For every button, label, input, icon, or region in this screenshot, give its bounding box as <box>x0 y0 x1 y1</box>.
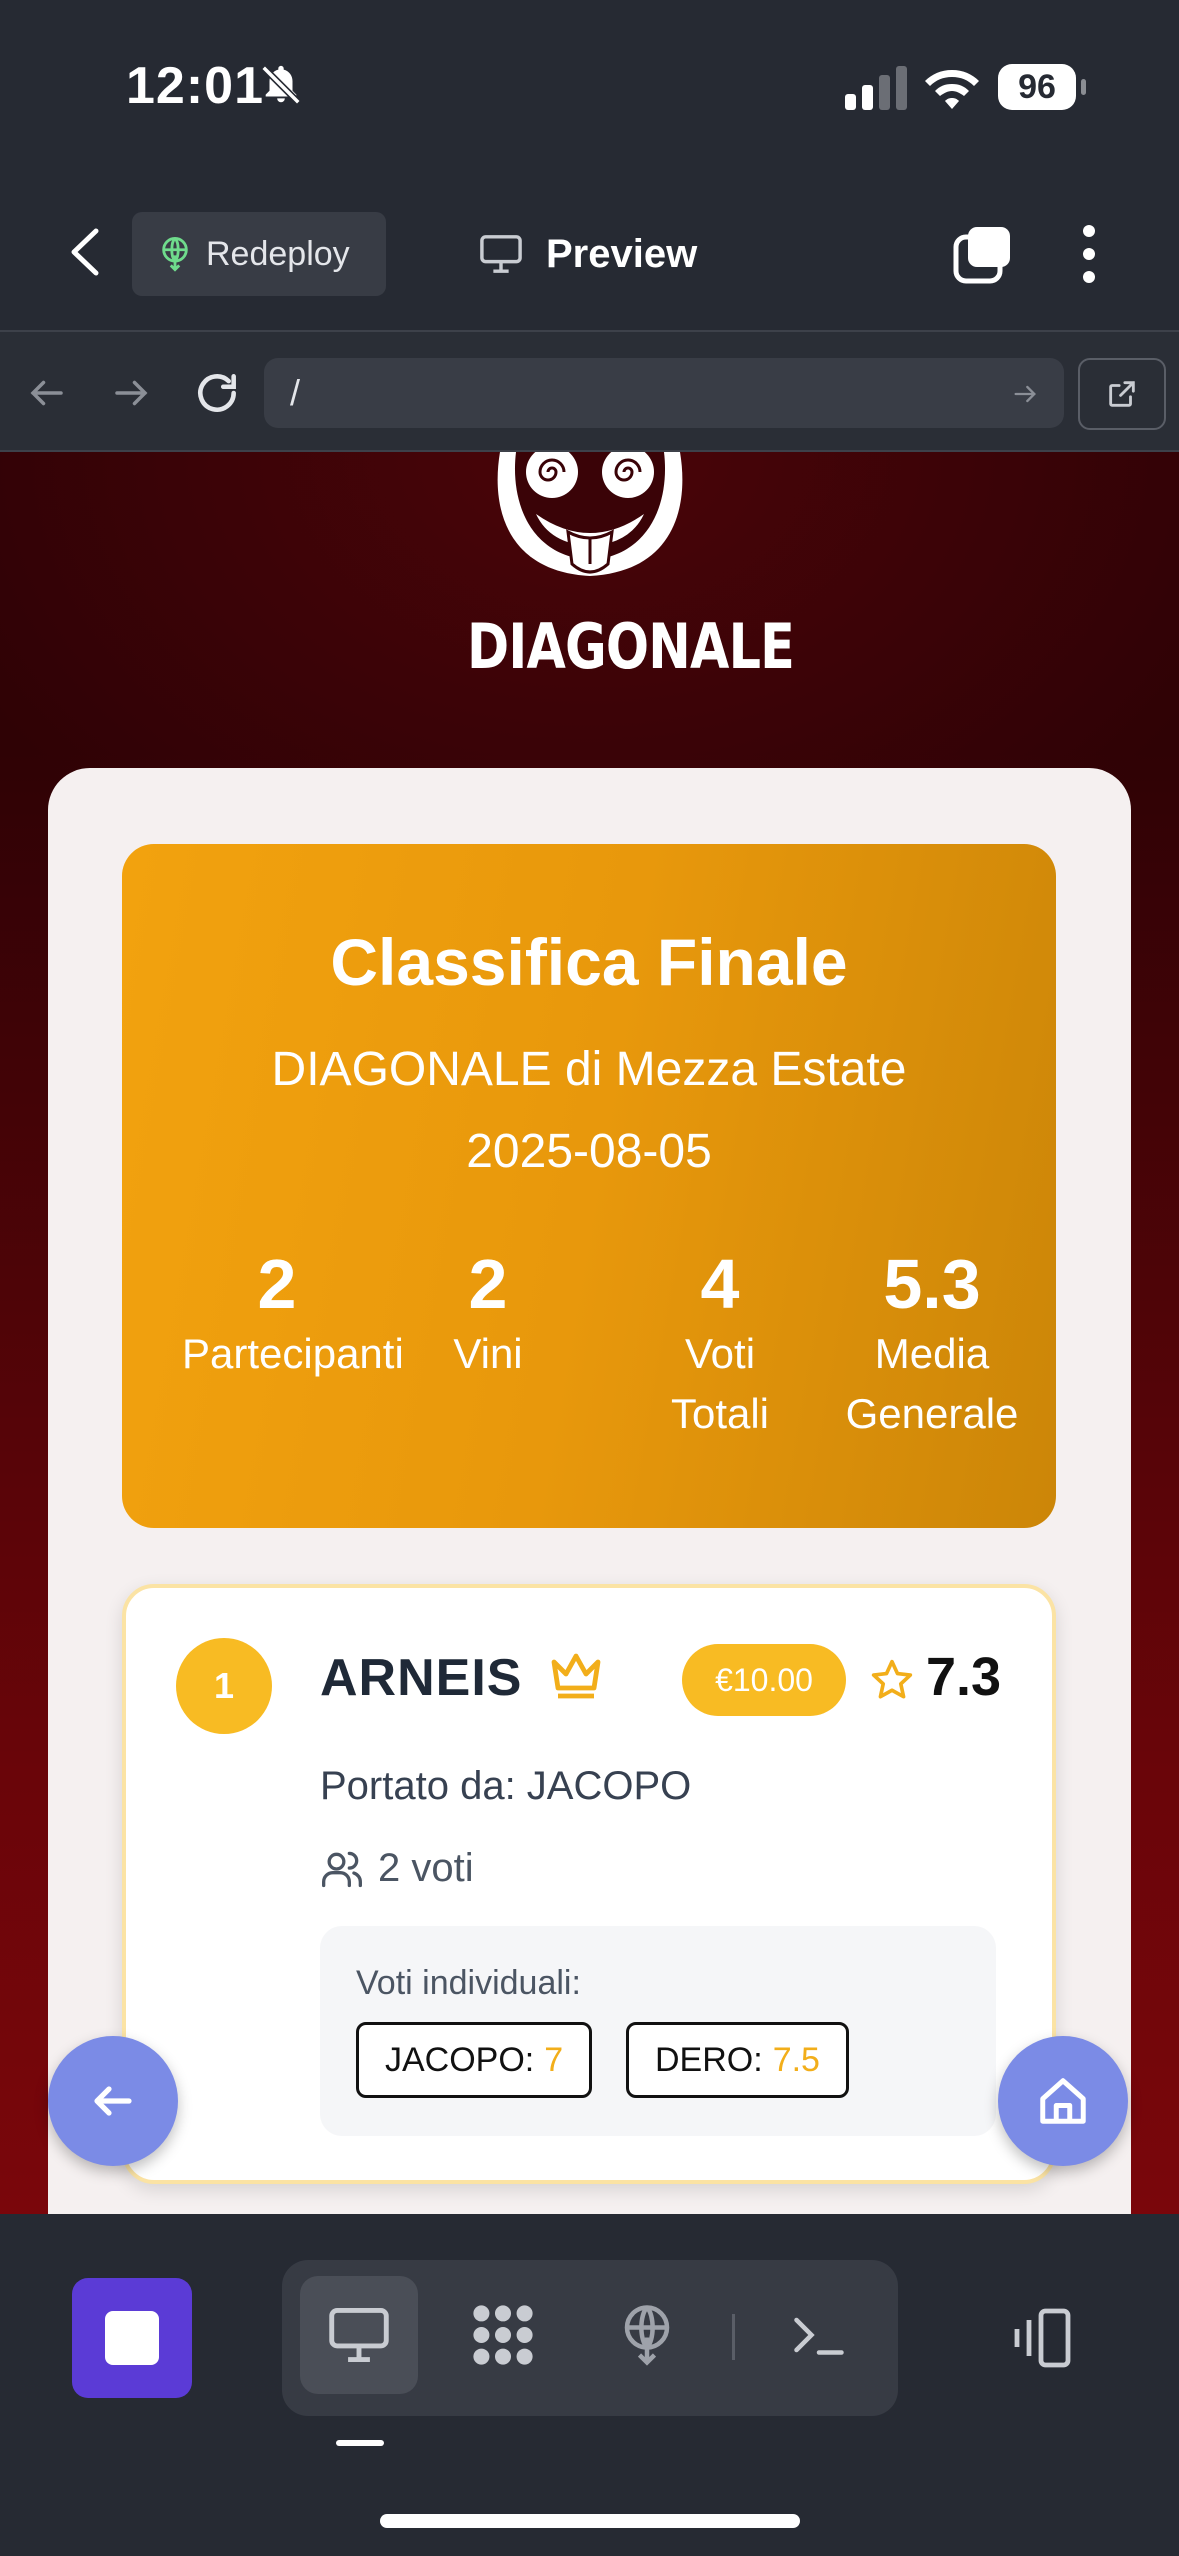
individual-votes: Voti individuali: JACOPO: 7 DERO: 7.5 <box>320 1926 996 2136</box>
stat-label-line2: Generale <box>845 1390 1019 1437</box>
individual-votes-label: Voti individuali: <box>356 1964 581 2002</box>
vote-value: 7 <box>544 2040 564 2079</box>
voter-name: DERO: <box>655 2040 763 2079</box>
stat-value: 4 <box>700 1245 740 1323</box>
view-switcher <box>282 2260 898 2416</box>
deploy-globe-icon <box>162 237 188 272</box>
home-fab-button[interactable] <box>998 2036 1128 2166</box>
stat-value: 2 <box>257 1245 297 1323</box>
active-tab-indicator <box>336 2440 384 2446</box>
preview-tab[interactable]: Preview <box>478 219 697 289</box>
vote-chip: DERO: 7.5 <box>626 2022 849 2098</box>
back-chevron-icon[interactable] <box>62 225 108 279</box>
price-badge: €10.00 <box>682 1644 846 1716</box>
stop-icon <box>105 2311 159 2365</box>
users-icon <box>322 1851 362 1887</box>
stat-wines: 2 Vini <box>438 1246 538 1384</box>
stat-label: Voti <box>684 1330 756 1377</box>
preview-label: Preview <box>546 231 698 276</box>
device-layout-icon[interactable] <box>1008 2302 1080 2374</box>
ranking-entry[interactable]: 1 ARNEIS €10.00 7.3 Portato da: JACOPO 2… <box>122 1584 1056 2184</box>
stat-value: 5.3 <box>883 1245 981 1323</box>
event-name: DIAGONALE di Mezza Estate <box>271 1043 907 1096</box>
rank-badge: 1 <box>176 1638 272 1734</box>
wine-name: ARNEIS <box>320 1649 523 1707</box>
stop-button[interactable] <box>72 2278 192 2398</box>
results-card: Classifica Finale DIAGONALE di Mezza Est… <box>48 768 1131 2214</box>
votes-count-label: 2 voti <box>378 1846 474 1890</box>
app-header: Redeploy Preview <box>0 175 1179 330</box>
monitor-icon <box>329 2308 389 2362</box>
web-preview: DIAGONALE Classifica Finale DIAGONALE di… <box>0 452 1179 2214</box>
hero-title: Classifica Finale <box>330 925 848 999</box>
redeploy-button[interactable]: Redeploy <box>132 212 386 296</box>
deploy-globe-icon <box>624 2305 670 2366</box>
browser-url-bar: / <box>0 330 1179 452</box>
votes-count: 2 voti <box>320 1846 474 1891</box>
go-arrow-icon[interactable] <box>1010 380 1040 408</box>
more-options-icon[interactable] <box>1074 223 1104 285</box>
star-icon <box>871 1659 913 1699</box>
redeploy-label: Redeploy <box>206 234 350 273</box>
home-icon <box>1040 2078 1086 2124</box>
divider <box>732 2314 735 2360</box>
logo-face-icon <box>497 452 683 576</box>
crown-icon <box>551 1653 601 1699</box>
tabs-icon[interactable] <box>952 225 1012 285</box>
vote-chip: JACOPO: 7 <box>356 2022 593 2098</box>
preview-view-tab[interactable] <box>300 2276 418 2394</box>
stat-participants: 2 Partecipanti <box>182 1245 404 1384</box>
agents-view-tab[interactable] <box>444 2276 562 2394</box>
arrow-left-icon <box>94 2086 132 2116</box>
stat-overall-average: 5.3 Media Generale <box>822 1246 1042 1444</box>
event-date: 2025-08-05 <box>466 1125 712 1178</box>
back-fab-button[interactable] <box>48 2036 178 2166</box>
home-indicator <box>380 2514 800 2528</box>
stat-label-line2: Totali <box>670 1390 770 1437</box>
terminal-icon <box>794 2317 844 2355</box>
monitor-icon <box>480 235 522 273</box>
nodes-icon <box>473 2305 533 2365</box>
url-text: / <box>290 372 301 413</box>
diagonale-logo: DIAGONALE <box>440 452 795 683</box>
bottom-toolbar <box>0 2214 1179 2556</box>
vote-value: 7.5 <box>772 2040 820 2079</box>
url-input[interactable]: / <box>264 358 1064 428</box>
arrow-left-icon[interactable] <box>26 372 68 414</box>
logo-wordmark: DIAGONALE <box>467 610 795 683</box>
open-external-button[interactable] <box>1078 358 1166 430</box>
stat-label: Vini <box>453 1330 523 1377</box>
reload-icon[interactable] <box>192 368 242 418</box>
arrow-right-icon[interactable] <box>110 372 152 414</box>
brought-by: Portato da: JACOPO <box>320 1764 692 1808</box>
stat-value: 2 <box>468 1245 508 1323</box>
stat-label: Partecipanti <box>182 1330 404 1377</box>
external-link-icon <box>1109 381 1135 407</box>
final-ranking-header: Classifica Finale DIAGONALE di Mezza Est… <box>122 844 1056 1528</box>
status-time: 12:01 <box>126 57 264 115</box>
stat-label: Media <box>874 1330 990 1377</box>
status-bar: 12:01 96 <box>0 0 1179 175</box>
terminal-view-tab[interactable] <box>760 2276 878 2394</box>
wifi-icon <box>925 70 979 109</box>
bell-muted-icon <box>261 65 301 105</box>
cellular-signal-icon <box>845 66 907 110</box>
deploy-view-tab[interactable] <box>588 2276 706 2394</box>
voter-name: JACOPO: <box>385 2040 535 2079</box>
average-score: 7.3 <box>926 1647 1002 1707</box>
stat-total-votes: 4 Voti Totali <box>620 1246 820 1444</box>
battery-indicator: 96 <box>998 64 1086 110</box>
